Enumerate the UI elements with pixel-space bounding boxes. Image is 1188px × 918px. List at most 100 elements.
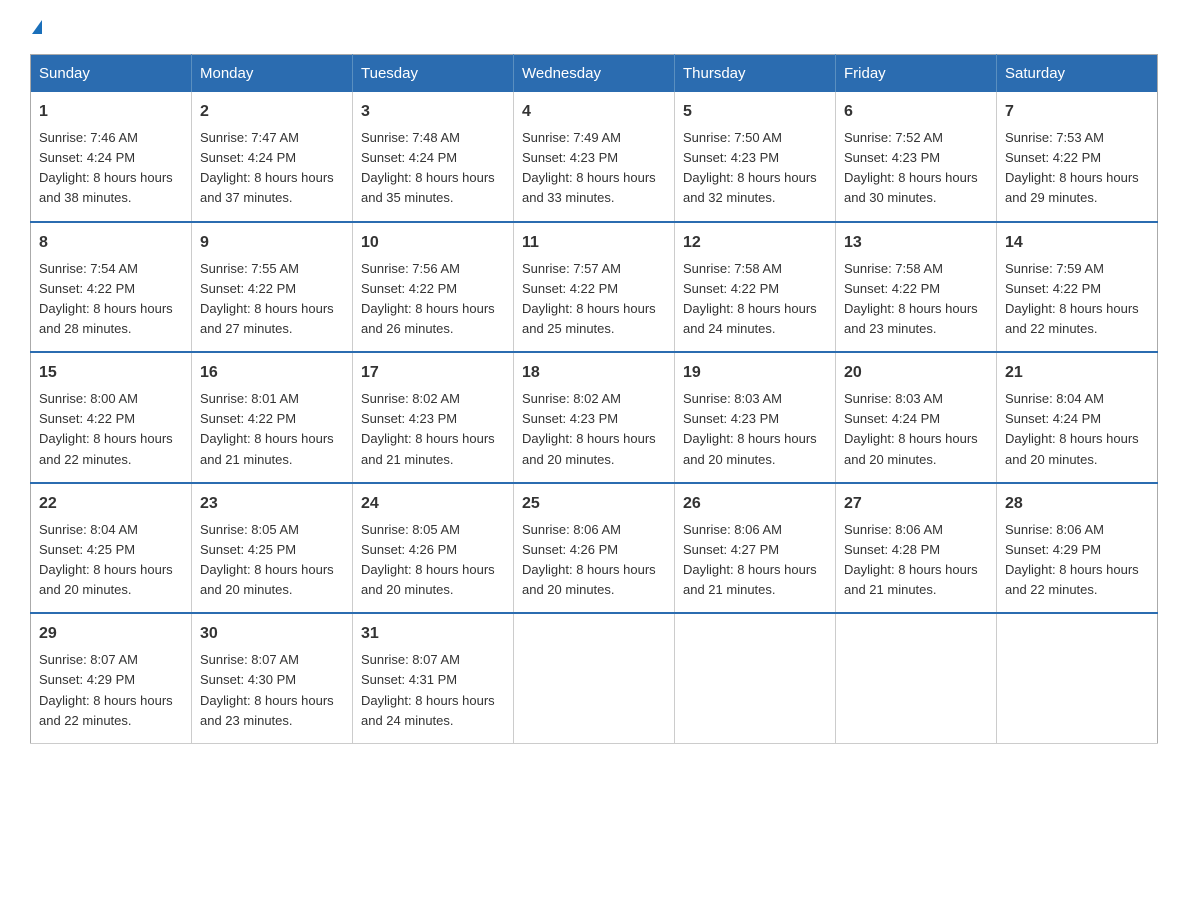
day-info: Sunrise: 7:58 AMSunset: 4:22 PMDaylight:… bbox=[844, 261, 978, 336]
calendar-cell: 5 Sunrise: 7:50 AMSunset: 4:23 PMDaylight… bbox=[675, 92, 836, 222]
logo bbox=[30, 20, 42, 34]
day-number: 21 bbox=[1005, 361, 1149, 385]
day-info: Sunrise: 8:03 AMSunset: 4:23 PMDaylight:… bbox=[683, 391, 817, 466]
calendar-cell: 30Sunrise: 8:07 AMSunset: 4:30 PMDayligh… bbox=[192, 613, 353, 743]
day-info: Sunrise: 8:04 AMSunset: 4:24 PMDaylight:… bbox=[1005, 391, 1139, 466]
day-info: Sunrise: 7:59 AMSunset: 4:22 PMDaylight:… bbox=[1005, 261, 1139, 336]
calendar-header-row: SundayMondayTuesdayWednesdayThursdayFrid… bbox=[31, 55, 1158, 93]
day-info: Sunrise: 8:06 AMSunset: 4:27 PMDaylight:… bbox=[683, 522, 817, 597]
day-info: Sunrise: 8:00 AMSunset: 4:22 PMDaylight:… bbox=[39, 391, 173, 466]
calendar-week-2: 8Sunrise: 7:54 AMSunset: 4:22 PMDaylight… bbox=[31, 222, 1158, 353]
calendar-cell: 1 Sunrise: 7:46 AMSunset: 4:24 PMDaylight… bbox=[31, 92, 192, 222]
day-info: Sunrise: 7:48 AMSunset: 4:24 PMDaylight:… bbox=[361, 130, 495, 205]
calendar-cell: 11 Sunrise: 7:57 AMSunset: 4:22 PMDayligh… bbox=[514, 222, 675, 353]
day-number: 27 bbox=[844, 492, 988, 516]
day-info: Sunrise: 8:01 AMSunset: 4:22 PMDaylight:… bbox=[200, 391, 334, 466]
calendar-cell: 8Sunrise: 7:54 AMSunset: 4:22 PMDaylight… bbox=[31, 222, 192, 353]
day-number: 18 bbox=[522, 361, 666, 385]
calendar-week-1: 1 Sunrise: 7:46 AMSunset: 4:24 PMDaylight… bbox=[31, 92, 1158, 222]
col-header-tuesday: Tuesday bbox=[353, 55, 514, 93]
calendar-table: SundayMondayTuesdayWednesdayThursdayFrid… bbox=[30, 54, 1158, 744]
day-info: Sunrise: 8:02 AMSunset: 4:23 PMDaylight:… bbox=[522, 391, 656, 466]
calendar-cell: 14 Sunrise: 7:59 AMSunset: 4:22 PMDayligh… bbox=[997, 222, 1158, 353]
day-number: 22 bbox=[39, 492, 183, 516]
day-number: 11 bbox=[522, 231, 666, 255]
day-info: Sunrise: 8:06 AMSunset: 4:26 PMDaylight:… bbox=[522, 522, 656, 597]
day-info: Sunrise: 8:06 AMSunset: 4:29 PMDaylight:… bbox=[1005, 522, 1139, 597]
day-number: 15 bbox=[39, 361, 183, 385]
day-info: Sunrise: 8:06 AMSunset: 4:28 PMDaylight:… bbox=[844, 522, 978, 597]
day-info: Sunrise: 8:04 AMSunset: 4:25 PMDaylight:… bbox=[39, 522, 173, 597]
calendar-cell: 19 Sunrise: 8:03 AMSunset: 4:23 PMDayligh… bbox=[675, 352, 836, 483]
day-number: 17 bbox=[361, 361, 505, 385]
calendar-cell: 29 Sunrise: 8:07 AMSunset: 4:29 PMDayligh… bbox=[31, 613, 192, 743]
day-number: 10 bbox=[361, 231, 505, 255]
calendar-cell bbox=[675, 613, 836, 743]
calendar-cell: 10 Sunrise: 7:56 AMSunset: 4:22 PMDayligh… bbox=[353, 222, 514, 353]
calendar-cell: 6 Sunrise: 7:52 AMSunset: 4:23 PMDaylight… bbox=[836, 92, 997, 222]
calendar-cell: 12 Sunrise: 7:58 AMSunset: 4:22 PMDayligh… bbox=[675, 222, 836, 353]
day-number: 9 bbox=[200, 231, 344, 255]
day-number: 26 bbox=[683, 492, 827, 516]
day-info: Sunrise: 7:46 AMSunset: 4:24 PMDaylight:… bbox=[39, 130, 173, 205]
col-header-sunday: Sunday bbox=[31, 55, 192, 93]
day-number: 3 bbox=[361, 100, 505, 124]
calendar-cell bbox=[836, 613, 997, 743]
day-number: 16 bbox=[200, 361, 344, 385]
calendar-cell: 20 Sunrise: 8:03 AMSunset: 4:24 PMDayligh… bbox=[836, 352, 997, 483]
calendar-cell: 22 Sunrise: 8:04 AMSunset: 4:25 PMDayligh… bbox=[31, 483, 192, 614]
col-header-saturday: Saturday bbox=[997, 55, 1158, 93]
calendar-cell bbox=[997, 613, 1158, 743]
col-header-wednesday: Wednesday bbox=[514, 55, 675, 93]
day-number: 25 bbox=[522, 492, 666, 516]
day-number: 6 bbox=[844, 100, 988, 124]
day-number: 29 bbox=[39, 622, 183, 646]
calendar-cell: 25 Sunrise: 8:06 AMSunset: 4:26 PMDayligh… bbox=[514, 483, 675, 614]
day-number: 7 bbox=[1005, 100, 1149, 124]
day-info: Sunrise: 7:47 AMSunset: 4:24 PMDaylight:… bbox=[200, 130, 334, 205]
day-info: Sunrise: 8:02 AMSunset: 4:23 PMDaylight:… bbox=[361, 391, 495, 466]
day-number: 4 bbox=[522, 100, 666, 124]
calendar-cell: 23 Sunrise: 8:05 AMSunset: 4:25 PMDayligh… bbox=[192, 483, 353, 614]
calendar-cell: 31Sunrise: 8:07 AMSunset: 4:31 PMDayligh… bbox=[353, 613, 514, 743]
day-info: Sunrise: 7:53 AMSunset: 4:22 PMDaylight:… bbox=[1005, 130, 1139, 205]
day-info: Sunrise: 8:07 AMSunset: 4:29 PMDaylight:… bbox=[39, 652, 173, 727]
calendar-cell: 15 Sunrise: 8:00 AMSunset: 4:22 PMDayligh… bbox=[31, 352, 192, 483]
calendar-cell: 7 Sunrise: 7:53 AMSunset: 4:22 PMDaylight… bbox=[997, 92, 1158, 222]
day-number: 14 bbox=[1005, 231, 1149, 255]
calendar-cell: 28Sunrise: 8:06 AMSunset: 4:29 PMDayligh… bbox=[997, 483, 1158, 614]
day-info: Sunrise: 7:49 AMSunset: 4:23 PMDaylight:… bbox=[522, 130, 656, 205]
day-info: Sunrise: 7:50 AMSunset: 4:23 PMDaylight:… bbox=[683, 130, 817, 205]
day-number: 24 bbox=[361, 492, 505, 516]
calendar-cell: 16 Sunrise: 8:01 AMSunset: 4:22 PMDayligh… bbox=[192, 352, 353, 483]
day-number: 5 bbox=[683, 100, 827, 124]
day-info: Sunrise: 7:52 AMSunset: 4:23 PMDaylight:… bbox=[844, 130, 978, 205]
page-header bbox=[30, 20, 1158, 34]
day-info: Sunrise: 8:05 AMSunset: 4:26 PMDaylight:… bbox=[361, 522, 495, 597]
calendar-cell: 2 Sunrise: 7:47 AMSunset: 4:24 PMDaylight… bbox=[192, 92, 353, 222]
calendar-cell: 18 Sunrise: 8:02 AMSunset: 4:23 PMDayligh… bbox=[514, 352, 675, 483]
day-number: 23 bbox=[200, 492, 344, 516]
calendar-cell: 13Sunrise: 7:58 AMSunset: 4:22 PMDayligh… bbox=[836, 222, 997, 353]
day-info: Sunrise: 7:56 AMSunset: 4:22 PMDaylight:… bbox=[361, 261, 495, 336]
calendar-week-3: 15 Sunrise: 8:00 AMSunset: 4:22 PMDayligh… bbox=[31, 352, 1158, 483]
logo-triangle-icon bbox=[32, 20, 42, 34]
day-info: Sunrise: 8:07 AMSunset: 4:31 PMDaylight:… bbox=[361, 652, 495, 727]
day-number: 19 bbox=[683, 361, 827, 385]
calendar-cell: 9Sunrise: 7:55 AMSunset: 4:22 PMDaylight… bbox=[192, 222, 353, 353]
calendar-week-4: 22 Sunrise: 8:04 AMSunset: 4:25 PMDayligh… bbox=[31, 483, 1158, 614]
day-number: 1 bbox=[39, 100, 183, 124]
day-info: Sunrise: 8:05 AMSunset: 4:25 PMDaylight:… bbox=[200, 522, 334, 597]
day-number: 12 bbox=[683, 231, 827, 255]
day-number: 2 bbox=[200, 100, 344, 124]
day-info: Sunrise: 8:03 AMSunset: 4:24 PMDaylight:… bbox=[844, 391, 978, 466]
calendar-cell: 27 Sunrise: 8:06 AMSunset: 4:28 PMDayligh… bbox=[836, 483, 997, 614]
day-info: Sunrise: 7:58 AMSunset: 4:22 PMDaylight:… bbox=[683, 261, 817, 336]
day-info: Sunrise: 7:57 AMSunset: 4:22 PMDaylight:… bbox=[522, 261, 656, 336]
calendar-cell: 4 Sunrise: 7:49 AMSunset: 4:23 PMDaylight… bbox=[514, 92, 675, 222]
calendar-cell bbox=[514, 613, 675, 743]
col-header-monday: Monday bbox=[192, 55, 353, 93]
day-info: Sunrise: 7:54 AMSunset: 4:22 PMDaylight:… bbox=[39, 261, 173, 336]
day-number: 20 bbox=[844, 361, 988, 385]
calendar-week-5: 29 Sunrise: 8:07 AMSunset: 4:29 PMDayligh… bbox=[31, 613, 1158, 743]
